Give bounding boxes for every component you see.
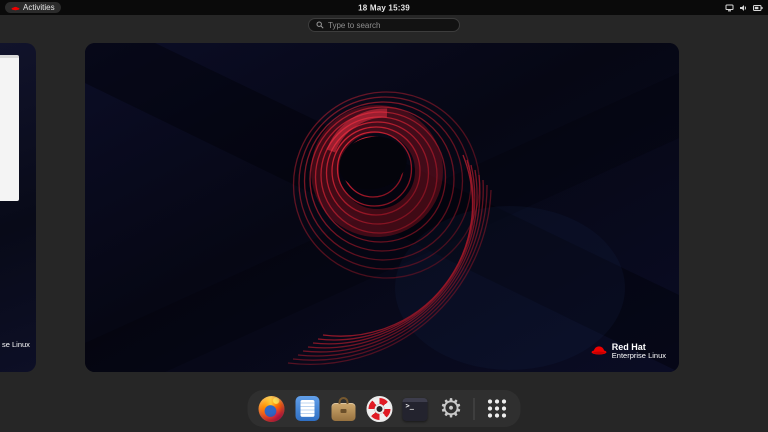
dash-app-firefox[interactable] bbox=[258, 395, 285, 422]
battery-icon bbox=[753, 4, 763, 12]
workspace-preview[interactable]: Red Hat Enterprise Linux bbox=[85, 43, 679, 372]
top-bar: Activities 18 May 15:39 bbox=[0, 0, 768, 15]
dash-app-help[interactable] bbox=[366, 395, 393, 422]
search-bar[interactable] bbox=[308, 18, 460, 32]
dash-app-terminal[interactable] bbox=[402, 395, 429, 422]
search-icon bbox=[316, 16, 324, 34]
terminal-icon bbox=[402, 398, 428, 421]
dash bbox=[247, 390, 521, 427]
redhat-hat-icon bbox=[591, 343, 607, 361]
show-applications-button[interactable] bbox=[484, 395, 511, 422]
volume-icon bbox=[739, 4, 748, 12]
system-status-area[interactable] bbox=[725, 4, 763, 12]
gnome-activities-overview: Activities 18 May 15:39 Type to search s… bbox=[0, 0, 768, 432]
redhat-logo: Red Hat Enterprise Linux bbox=[591, 342, 666, 361]
activities-button[interactable]: Activities bbox=[5, 2, 61, 13]
settings-gear-icon bbox=[438, 395, 465, 422]
dash-app-settings[interactable] bbox=[438, 395, 465, 422]
adjacent-workspace-preview[interactable]: se Linux bbox=[0, 43, 36, 372]
logo-subtitle: Enterprise Linux bbox=[611, 351, 666, 361]
dash-separator bbox=[473, 397, 475, 420]
software-bag-icon bbox=[331, 396, 355, 421]
clock[interactable]: 18 May 15:39 bbox=[358, 3, 410, 12]
help-lifebuoy-icon bbox=[366, 395, 392, 422]
rhel9-wallpaper-art bbox=[85, 43, 679, 372]
distro-logo-icon bbox=[11, 4, 20, 11]
firefox-icon bbox=[258, 395, 284, 422]
search-input[interactable] bbox=[328, 20, 452, 30]
activities-label: Activities bbox=[23, 3, 55, 12]
adjacent-logo-text: se Linux bbox=[2, 340, 30, 349]
adjacent-window-fragment bbox=[0, 55, 19, 201]
files-icon bbox=[295, 396, 319, 421]
dash-app-files[interactable] bbox=[294, 395, 321, 422]
show-apps-grid-icon bbox=[486, 398, 508, 419]
dash-app-software[interactable] bbox=[330, 395, 357, 422]
network-icon bbox=[725, 4, 734, 12]
